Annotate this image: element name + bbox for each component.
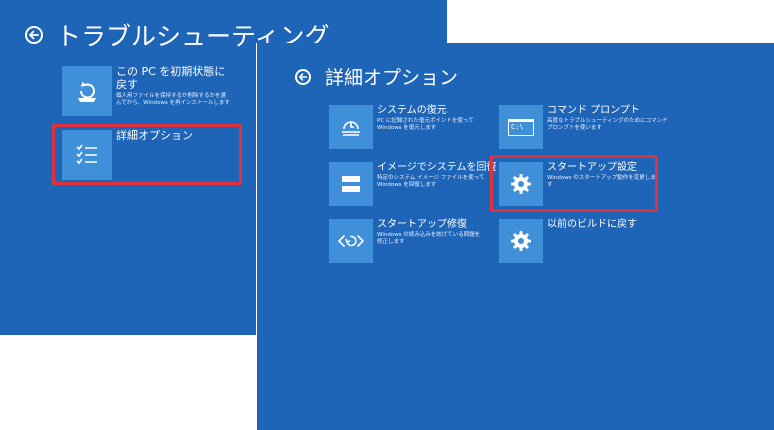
gear-icon <box>499 219 543 263</box>
tile-go-back-previous-build[interactable]: 以前のビルドに戻す <box>499 219 637 263</box>
back-arrow-icon[interactable] <box>25 26 43 44</box>
tile-description: 高度なトラブルシューティングのためにコマンド <box>547 117 668 124</box>
tile-text: イメージでシステムを回復 特定のシステム イメージ ファイルを使って Windo… <box>373 162 497 206</box>
tile-text: コマンド プロンプト 高度なトラブルシューティングのためにコマンド プロンプトを… <box>543 105 668 149</box>
tile-text: システムの復元 PC に記録された復元ポイントを使って Windows を復元し… <box>373 105 474 149</box>
tile-description: んでから、Windows を再インストールします <box>116 100 230 107</box>
tile-text: 以前のビルドに戻す <box>543 219 637 263</box>
tile-description: PC に記録された復元ポイントを使って <box>377 117 474 124</box>
tile-text: スタートアップ修復 Windows の読み込みを妨げている問題を 修正します <box>373 219 480 263</box>
tile-description: 特定のシステム イメージ ファイルを使って <box>377 174 485 181</box>
tile-description: Windows の読み込みを妨げている問題を <box>377 231 481 238</box>
command-prompt-icon: C:\ <box>499 105 543 149</box>
system-restore-icon <box>329 105 373 149</box>
tile-description: プロンプトを使います <box>547 124 602 131</box>
highlight-box <box>52 124 242 185</box>
system-image-icon <box>329 162 373 206</box>
tile-description: 修正します <box>377 238 405 245</box>
tile-text: この PC を初期状態に 戻す 個人用ファイルを保持するか削除するかを選 んでか… <box>112 65 230 116</box>
tile-system-image-recovery[interactable]: イメージでシステムを回復 特定のシステム イメージ ファイルを使って Windo… <box>329 162 497 206</box>
tile-reset-pc[interactable]: この PC を初期状態に 戻す 個人用ファイルを保持するか削除するかを選 んでか… <box>62 65 230 116</box>
tile-startup-repair[interactable]: スタートアップ修復 Windows の読み込みを妨げている問題を 修正します <box>329 219 480 263</box>
reset-pc-icon <box>62 66 112 116</box>
page-title: 詳細オプション <box>325 67 459 89</box>
tile-label: システムの復元 <box>377 105 447 116</box>
tile-label: この PC を初期状態に <box>116 65 226 78</box>
advanced-options-screen: 詳細オプション システムの復元 PC に記録された復元ポイントを使って Wind… <box>257 43 774 430</box>
tile-system-restore[interactable]: システムの復元 PC に記録された復元ポイントを使って Windows を復元し… <box>329 105 474 149</box>
tile-label: コマンド プロンプト <box>547 105 640 116</box>
tile-command-prompt[interactable]: C:\ コマンド プロンプト 高度なトラブルシューティングのためにコマンド プロ… <box>499 105 668 149</box>
highlight-box <box>490 155 658 212</box>
cmd-icon-text: C:\ <box>508 118 534 136</box>
advanced-options-header: 詳細オプション <box>295 63 458 90</box>
tile-label: スタートアップ修復 <box>377 219 467 230</box>
startup-repair-icon <box>329 219 373 263</box>
tile-label: 戻す <box>116 77 138 91</box>
tile-description: Windows を回復します <box>377 181 437 188</box>
back-arrow-icon[interactable] <box>295 68 311 85</box>
tile-description: Windows を復元します <box>377 124 437 131</box>
tile-label: イメージでシステムを回復 <box>377 162 497 173</box>
tile-label: 以前のビルドに戻す <box>547 219 637 230</box>
